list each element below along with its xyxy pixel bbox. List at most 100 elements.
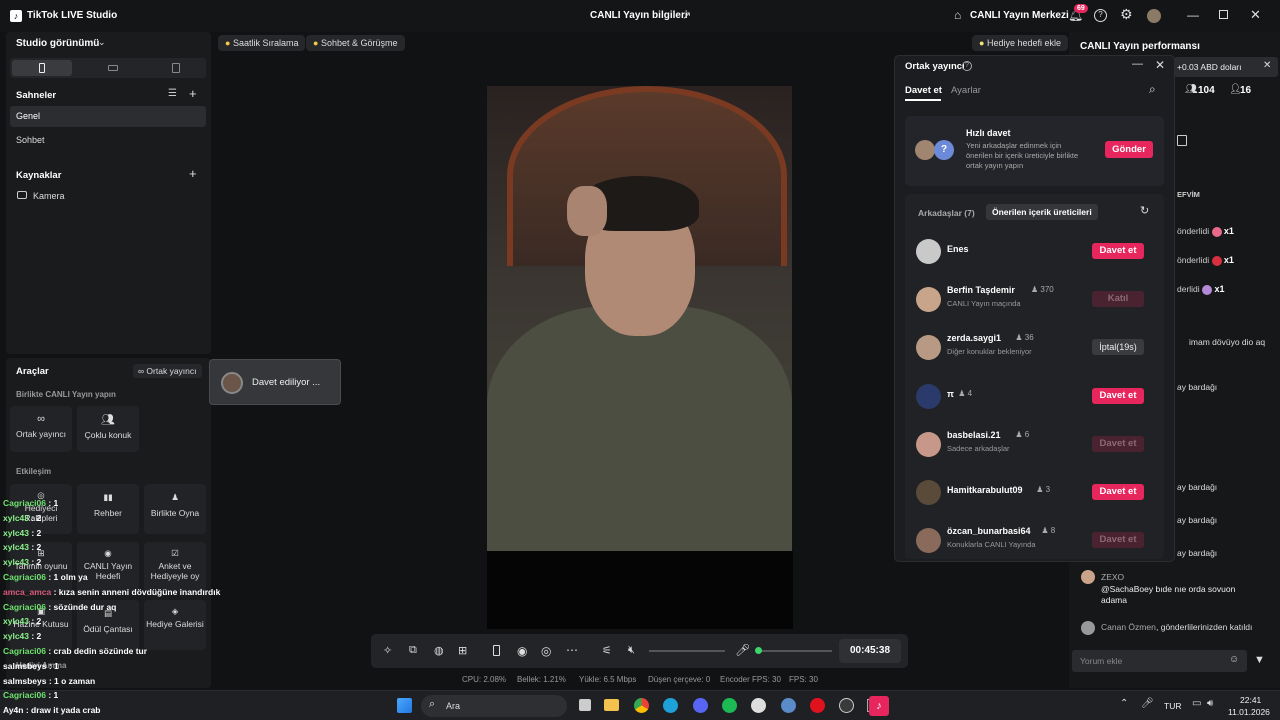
tab-suggested[interactable]: Önerilen içerik üreticileri [986, 204, 1098, 220]
user-action-button[interactable]: İptal(19s) [1092, 339, 1144, 356]
chat-username: xylc43 [3, 616, 29, 627]
mic-icon[interactable]: 🎤︎ [735, 643, 750, 657]
record-icon[interactable]: ◉ [517, 644, 527, 658]
user-avatar[interactable] [916, 431, 941, 457]
windows-start-icon[interactable] [397, 698, 412, 713]
add-scene-icon[interactable]: + [189, 86, 197, 101]
chrome-icon[interactable] [634, 698, 649, 713]
user-avatar[interactable] [916, 287, 941, 313]
user-avatar[interactable] [916, 480, 941, 505]
mic-level-knob[interactable] [755, 647, 762, 654]
share-icon[interactable]: ↗ [682, 9, 691, 22]
chat-chip[interactable]: ● Sohbet & Görüşme [306, 35, 405, 51]
user-avatar[interactable] [916, 528, 941, 554]
taskbar-search[interactable]: ⌕ Ara [421, 695, 567, 717]
co-host-user-row: özcan_bunarbasi64 ♟ 8 Konuklarla CANLI Yay… [905, 521, 1164, 561]
user-action-button[interactable]: Katıl [1092, 291, 1144, 308]
zexo-avatar [1081, 570, 1095, 584]
co-host-chip[interactable]: ∞ Ortak yayıncı [133, 364, 202, 378]
add-media-icon[interactable]: ⊞ [458, 644, 467, 657]
filter-icon[interactable]: ▼ [1254, 654, 1265, 666]
volume-icon[interactable]: 🔊︎ [1207, 698, 1213, 709]
file-explorer-icon[interactable] [604, 699, 619, 711]
source-item-kamera[interactable]: Kamera [33, 191, 65, 201]
close-banner-icon[interactable]: ✕ [1263, 60, 1271, 71]
phone-icon[interactable] [493, 645, 500, 656]
effects-icon[interactable]: ◍ [434, 644, 444, 657]
edge-icon[interactable] [663, 698, 678, 713]
mic-volume-slider[interactable] [756, 650, 832, 652]
clock-date[interactable]: 11.01.2026 [1228, 707, 1270, 717]
info-icon[interactable]: ? [962, 61, 972, 71]
magic-icon[interactable]: ✧ [383, 644, 392, 657]
user-action-button[interactable]: Davet et [1092, 387, 1144, 404]
refresh-icon[interactable]: ↻ [1140, 204, 1149, 217]
send-button[interactable]: Gönder [1105, 141, 1153, 158]
maximize-icon[interactable] [1219, 10, 1228, 19]
follower-count: ♟ 6 [1015, 430, 1029, 439]
follower-count-value: 36 [1024, 333, 1034, 343]
co-host-user-row: zerda.saygi1 ♟ 36 Diğer konuklar bekleniyo… [905, 328, 1164, 368]
speaker-muted-icon[interactable]: 🔇︎ [628, 644, 635, 657]
user-action-button[interactable]: Davet et [1092, 532, 1144, 549]
minimize-icon[interactable]: — [1187, 8, 1199, 22]
chat-username: Ay4n [3, 705, 24, 716]
emoji-icon[interactable]: ☺ [1229, 654, 1239, 665]
add-source-icon[interactable]: + [189, 166, 197, 181]
user-action-button[interactable]: Davet et [1092, 243, 1144, 259]
gift-icon [1211, 226, 1222, 237]
gift-goal-chip[interactable]: ● Hediye hedefi ekle [972, 35, 1069, 51]
layout-icon[interactable]: ⧉ [409, 644, 417, 657]
hourly-ranking-chip[interactable]: ● Saatlik Sıralama [218, 35, 306, 51]
clock-time[interactable]: 22:41 [1240, 695, 1261, 705]
user-avatar[interactable] [916, 239, 941, 264]
speaker-volume-slider[interactable] [649, 650, 725, 652]
co-host-tool-button[interactable]: ∞ Ortak yayıncı [10, 406, 72, 452]
user-action-button[interactable]: Davet et [1092, 484, 1144, 500]
live-info-link[interactable]: CANLI Yayın bilgileri [590, 10, 688, 21]
tray-chevron-icon[interactable]: ⌃ [1120, 698, 1128, 709]
discord-icon[interactable] [693, 698, 708, 713]
tiktok-studio-icon[interactable]: ♪ [869, 696, 889, 716]
obs-icon[interactable] [839, 698, 854, 713]
live-center-link[interactable]: CANLI Yayın Merkezi [970, 10, 1069, 21]
gift-row: önderlidi x1 [1177, 226, 1277, 255]
user-avatar[interactable] [916, 383, 941, 409]
studio-view-dropdown[interactable]: Studio görünümü [16, 38, 99, 49]
chevron-down-icon[interactable]: ⌄ [98, 37, 106, 48]
list-icon[interactable]: ☰ [168, 88, 177, 99]
game-icon[interactable] [781, 698, 796, 713]
scene-item-genel[interactable]: Genel [10, 106, 206, 127]
mixer-icon[interactable]: ⚟ [602, 644, 612, 657]
user-action-button[interactable]: Davet et [1092, 435, 1144, 452]
close-panel-icon[interactable]: ✕ [1155, 58, 1165, 72]
more-icon[interactable]: ⋯ [566, 643, 578, 657]
tray-mic-icon[interactable]: 🎤︎ [1141, 698, 1154, 709]
fire-icon: ● [225, 38, 231, 48]
scene-item-sohbet[interactable]: Sohbet [16, 135, 45, 145]
home-icon: ⌂ [954, 8, 962, 22]
profile-avatar[interactable] [1147, 9, 1161, 23]
steam-icon[interactable] [751, 698, 766, 713]
language-indicator[interactable]: TUR [1164, 701, 1181, 711]
dual-layout-button[interactable] [172, 63, 180, 73]
settings-gear-icon[interactable]: ⚙ [1120, 6, 1133, 23]
minimize-panel-icon[interactable]: — [1132, 58, 1143, 70]
task-view-icon[interactable] [579, 699, 591, 711]
user-avatar[interactable] [916, 335, 941, 361]
camera-effect-icon[interactable]: ◎ [541, 644, 551, 658]
document-icon[interactable] [1177, 135, 1187, 146]
tab-invite[interactable]: Davet et [905, 85, 942, 96]
close-window-icon[interactable]: ✕ [1250, 7, 1261, 23]
tab-settings[interactable]: Ayarlar [951, 85, 981, 96]
comment-input[interactable]: Yorum ekle ☺ [1072, 650, 1247, 672]
network-icon[interactable]: ▭ [1192, 698, 1201, 709]
overlay-chat-line: Cagriaci06 : 1 [3, 688, 223, 703]
search-icon[interactable]: ⌕ [1149, 82, 1156, 97]
multi-guest-tool-button[interactable]: 👥︎ Çoklu konuk [77, 406, 139, 452]
opera-icon[interactable] [810, 698, 825, 713]
tab-friends[interactable]: Arkadaşlar (7) [918, 208, 975, 218]
spotify-icon[interactable] [722, 698, 737, 713]
help-icon[interactable]: ? [1094, 9, 1107, 22]
landscape-layout-button[interactable] [108, 65, 118, 71]
